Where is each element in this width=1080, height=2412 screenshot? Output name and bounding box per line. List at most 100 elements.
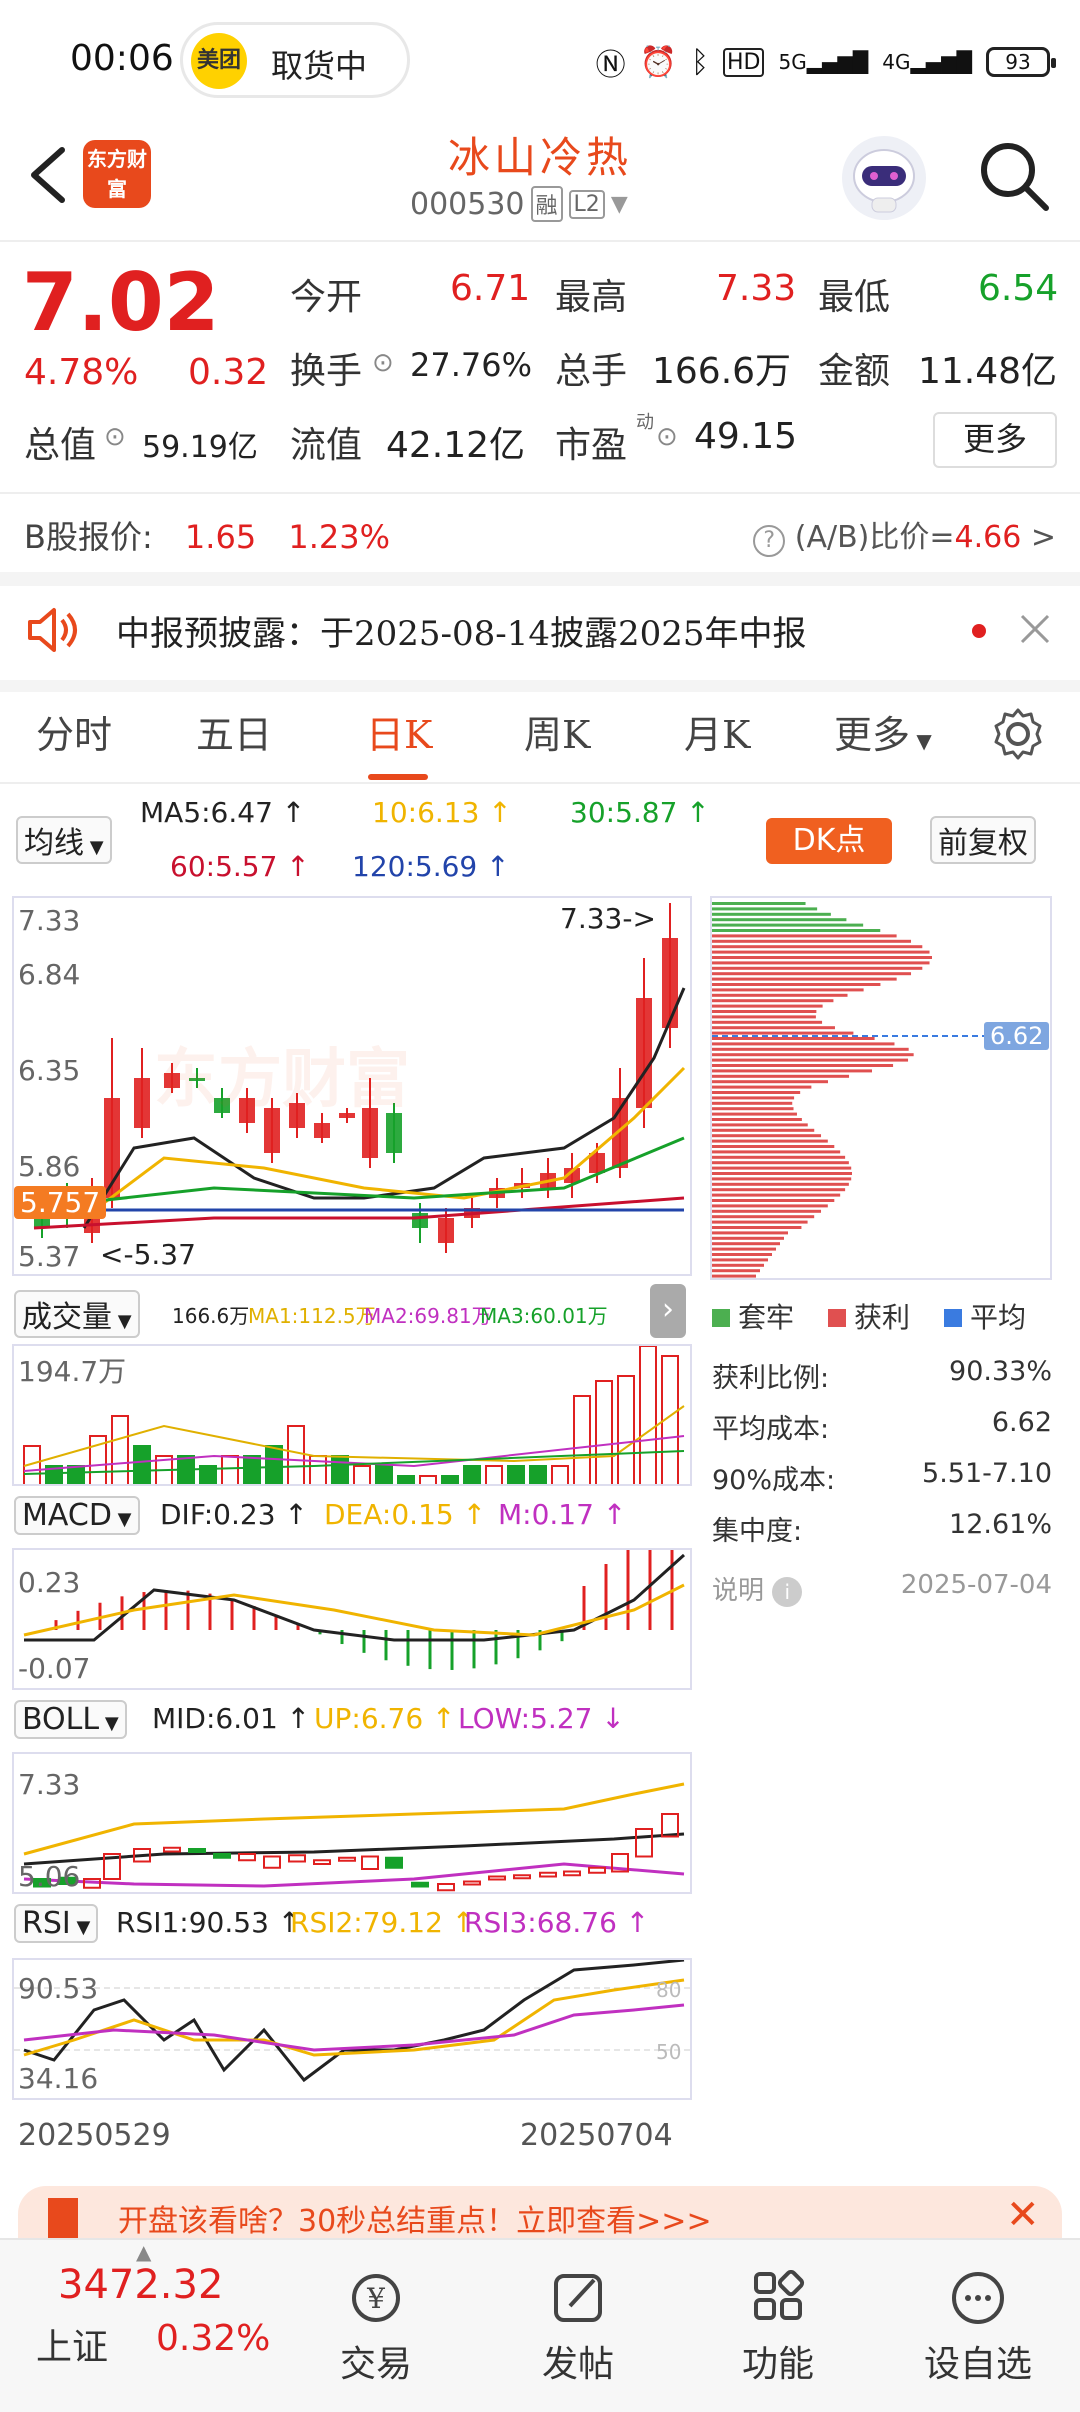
nav-trade[interactable]: ¥ 交易	[306, 2270, 446, 2387]
stock-code: 000530	[410, 186, 525, 222]
boll-candle	[163, 1846, 181, 1853]
volume-bar	[353, 1465, 371, 1484]
rsi-chart[interactable]: 90.53 34.16 80 50	[12, 1958, 692, 2100]
chip-bar	[712, 1020, 823, 1024]
period-tabs: 分时 五日 日K 周K 月K 更多 ▼	[0, 690, 1080, 780]
chip-bar	[712, 1134, 822, 1138]
boll-candle	[588, 1866, 606, 1874]
chip-bar	[712, 950, 930, 954]
chip-bar	[712, 1112, 797, 1116]
candle-body	[134, 1078, 150, 1128]
volume-bar	[463, 1465, 481, 1484]
promo-banner[interactable]: 开盘该看啥？30秒总结重点！立即查看>>> ✕	[18, 2186, 1062, 2242]
robot-assistant-icon[interactable]	[842, 136, 926, 220]
info-icon[interactable]: ⊙	[372, 348, 394, 378]
boll-candle	[539, 1871, 557, 1878]
macd-svg	[23, 1550, 686, 1670]
chip-bar	[712, 902, 806, 905]
nav-post[interactable]: 发帖	[508, 2270, 648, 2387]
chip-bar	[712, 1177, 852, 1181]
indicator-select-macd[interactable]: MACD ▼	[14, 1496, 140, 1535]
bshare-label: B股报价:	[24, 518, 153, 556]
chip-distribution[interactable]: 6.62	[710, 896, 1052, 1280]
trade-icon: ¥	[352, 2274, 400, 2322]
index-pct[interactable]: 0.32%	[156, 2318, 270, 2359]
vol-ytop: 194.7万	[18, 1355, 127, 1388]
info-icon[interactable]: ⊙	[656, 422, 678, 452]
gear-icon[interactable]	[990, 706, 1046, 762]
chip-bar	[712, 912, 831, 916]
volume-chart[interactable]: 194.7万	[12, 1344, 692, 1486]
chip-bar	[712, 1139, 828, 1143]
index-name[interactable]: 上证	[36, 2318, 108, 2370]
boll-candle	[288, 1854, 306, 1863]
stock-code-row[interactable]: 000530 融 L2 ▼	[410, 186, 628, 222]
more-button[interactable]: 更多	[933, 412, 1057, 468]
vol-ma1: MA1:112.5万	[248, 1304, 376, 1328]
macd-chart[interactable]: 0.23 -0.07	[12, 1548, 692, 1690]
volume-value: 166.6万	[652, 351, 792, 392]
bshare-row[interactable]: B股报价: 1.65 1.23%	[24, 512, 390, 558]
boll-svg	[23, 1782, 685, 1892]
chip-bar	[712, 972, 912, 976]
avg-cost-tag: 6.62	[984, 1022, 1050, 1050]
ab-ratio[interactable]: ? (A/B)比价=4.66 >	[753, 512, 1056, 557]
volume-bar	[177, 1455, 195, 1484]
close-icon[interactable]	[1018, 612, 1052, 646]
status-time: 00:06	[70, 38, 174, 79]
tab-week-k[interactable]: 周K	[524, 704, 590, 759]
high-label: 最高	[555, 277, 628, 318]
boll-low: LOW:5.27 ↓	[458, 1702, 625, 1735]
tab-day-k[interactable]: 日K	[366, 704, 432, 759]
tab-more[interactable]: 更多 ▼	[834, 704, 932, 759]
expand-arrow-icon[interactable]: ›	[650, 1284, 686, 1338]
rsi2-line	[23, 1978, 685, 2057]
dk-point-button[interactable]: DK点	[766, 818, 892, 864]
pe-dynamic-mark: 动	[636, 412, 654, 433]
date-end: 20250704	[520, 2118, 673, 2153]
boll-up: UP:6.76 ↑	[314, 1702, 456, 1735]
megaphone-icon	[48, 2198, 78, 2238]
speaker-icon	[28, 608, 77, 652]
nav-functions[interactable]: 功能	[708, 2269, 848, 2387]
kline-y3: 6.35	[18, 1054, 81, 1087]
chip-bar	[712, 993, 848, 997]
amount-label: 金额	[818, 351, 891, 392]
candle-body	[438, 1218, 454, 1243]
nav-add-watchlist[interactable]: 设自选	[908, 2270, 1048, 2387]
indicator-select-rsi[interactable]: RSI ▼	[14, 1904, 99, 1943]
volume-bar	[441, 1475, 459, 1484]
float-label: 流值	[290, 425, 363, 466]
notice-bar[interactable]: 中报预披露：于2025-08-14披露2025年中报	[0, 580, 1080, 680]
kline-chart[interactable]: 东方财富 7.33 6.84 6.35 5.86 5.37 5.757 7.33…	[12, 896, 692, 1276]
tab-minute[interactable]: 分时	[36, 704, 112, 759]
indicator-select-volume[interactable]: 成交量 ▼	[14, 1290, 140, 1338]
kline-ytop: 7.33	[18, 904, 81, 937]
adjust-select[interactable]: 前复权	[930, 816, 1036, 864]
chip-stat-row: 集中度: 12.61%	[712, 1509, 1052, 1547]
indicator-select-ma[interactable]: 均线 ▼	[16, 816, 112, 864]
info-icon: i	[772, 1577, 803, 1607]
chip-bar	[712, 1226, 802, 1229]
boll-mid: MID:6.01 ↑	[152, 1702, 311, 1735]
indicator-select-boll[interactable]: BOLL ▼	[14, 1700, 127, 1739]
active-tab-indicator	[368, 774, 428, 780]
search-icon[interactable]	[976, 138, 1052, 214]
chip-bar	[712, 923, 864, 927]
boll-chart[interactable]: 7.33 5.06	[12, 1752, 692, 1894]
chip-bar	[712, 929, 881, 932]
volume-bar	[551, 1465, 569, 1484]
live-activity-pill[interactable]: 美团 取货中	[180, 22, 410, 98]
index-value[interactable]: 3472.32	[58, 2262, 223, 2308]
banner-close-icon[interactable]: ✕	[1006, 2192, 1040, 2238]
tab-five-day[interactable]: 五日	[196, 704, 272, 759]
chip-bar	[712, 1236, 784, 1240]
chip-bar	[712, 1047, 909, 1051]
volume-bar	[67, 1465, 85, 1484]
rsi1-label: RSI1:90.53 ↑	[116, 1906, 302, 1939]
chip-svg	[712, 902, 1050, 1278]
boll-candle	[635, 1828, 653, 1858]
chip-explain-row[interactable]: 说明 i 2025-07-04	[712, 1570, 1052, 1621]
info-icon[interactable]: ⊙	[104, 422, 126, 452]
tab-month-k[interactable]: 月K	[684, 704, 750, 759]
